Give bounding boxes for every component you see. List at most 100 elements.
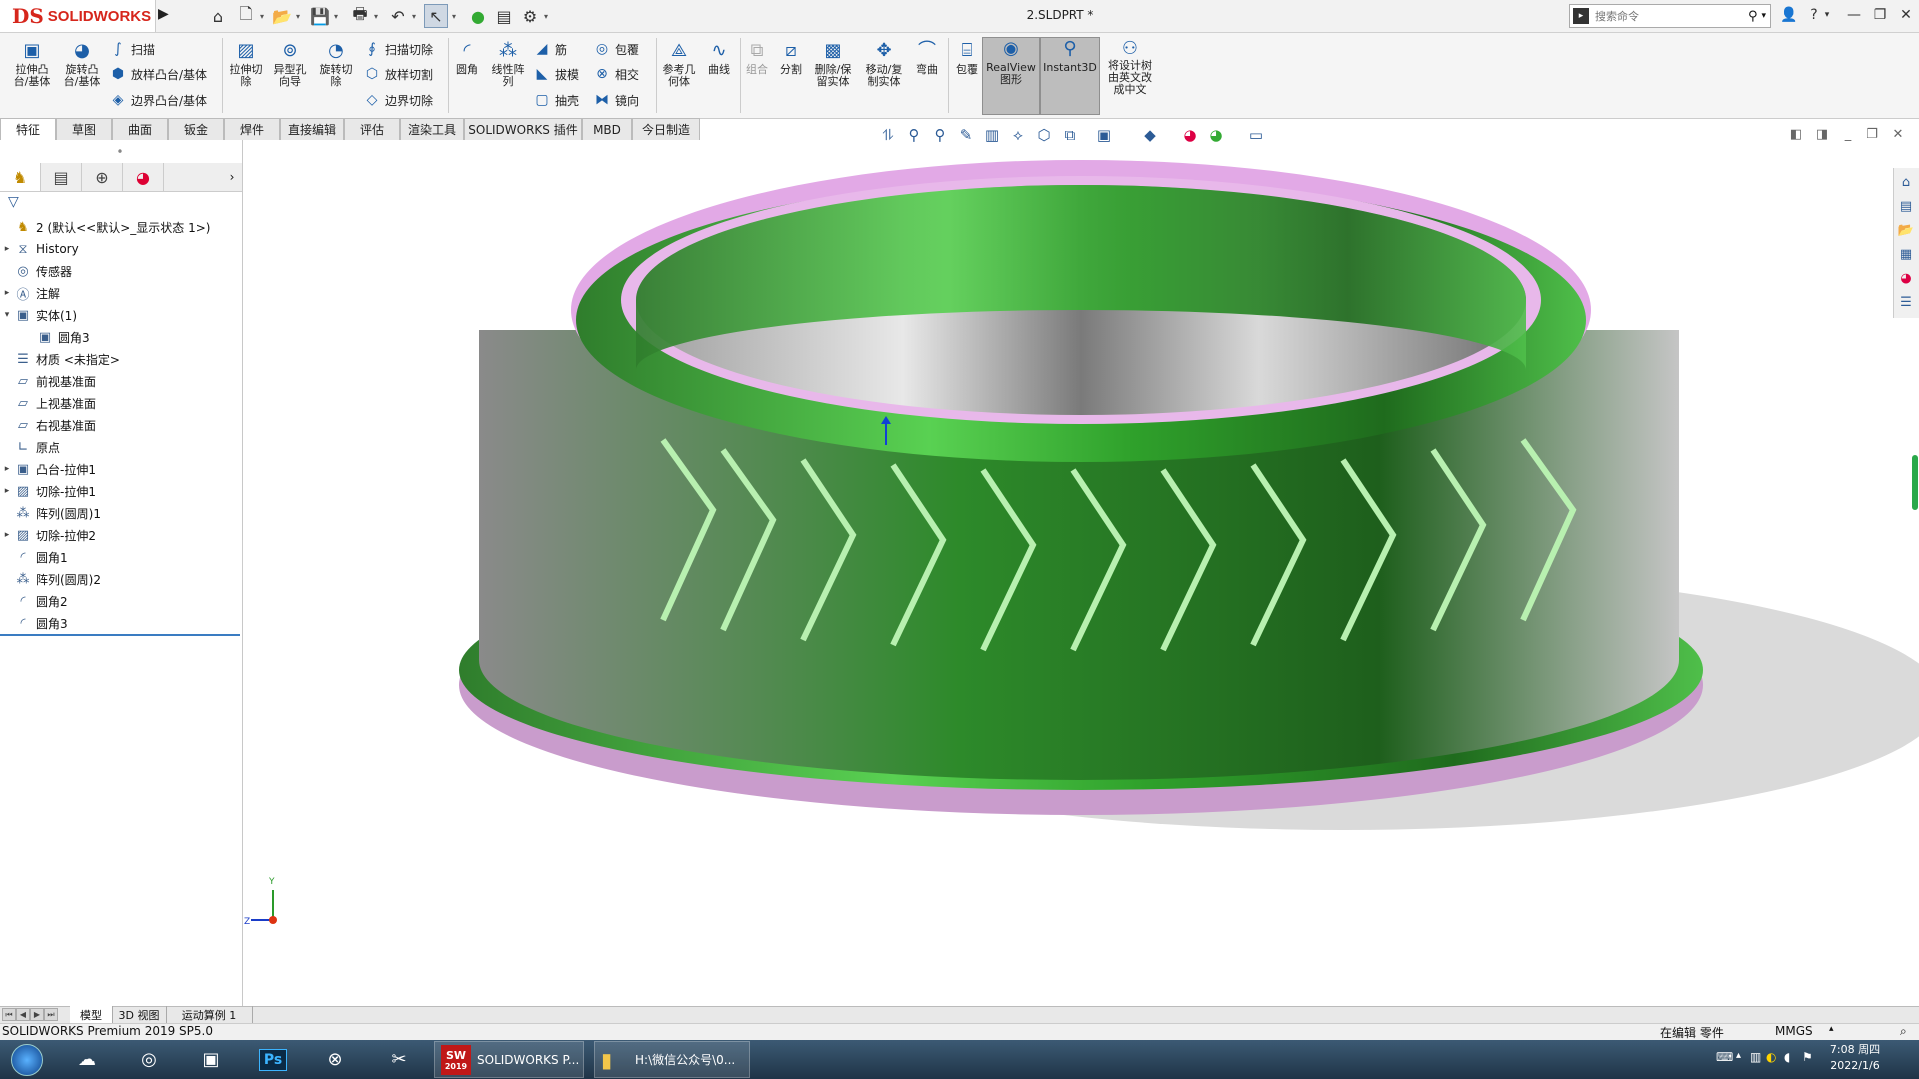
filter-icon[interactable]: ▽: [8, 194, 26, 212]
tray-expand-icon[interactable]: ▴: [1736, 1050, 1741, 1061]
tree-item[interactable]: ▸ ⧖ History: [0, 238, 240, 260]
tab-sketch[interactable]: 草图: [56, 118, 112, 140]
view-palette-icon[interactable]: ▦: [1896, 244, 1916, 264]
help-dropdown-icon[interactable]: ▾: [1820, 4, 1834, 26]
tree-item[interactable]: ♞ 2 (默认<<默认>_显示状态 1>): [0, 216, 240, 238]
display-pane-icon[interactable]: ▭: [1246, 125, 1266, 145]
network-icon[interactable]: ▥: [1750, 1050, 1761, 1064]
loft-cut-button[interactable]: ⬡ 放样切割: [362, 63, 433, 85]
minimize-icon[interactable]: —: [1840, 4, 1868, 26]
viewport-close-icon[interactable]: ✕: [1888, 124, 1908, 144]
task-pane-scroll-indicator[interactable]: [1912, 455, 1918, 510]
first-tab-icon[interactable]: ⏮: [2, 1008, 16, 1021]
move-copy-body-button[interactable]: ✥ 移动/复 制实体: [860, 40, 908, 96]
tab-direct-editing[interactable]: 直接编辑: [280, 118, 344, 140]
view-orientation-icon[interactable]: ⟡: [1008, 125, 1028, 145]
property-manager-tab-icon[interactable]: ▤: [41, 163, 82, 191]
custom-properties-icon[interactable]: ☰: [1896, 292, 1916, 312]
new-document-icon[interactable]: 🗋: [234, 4, 258, 28]
print-dropdown-icon[interactable]: ▾: [372, 4, 380, 28]
taskbar-solidworks-window[interactable]: SW 2019 SOLIDWORKS P...: [434, 1041, 584, 1078]
tree-item[interactable]: ◜ 圆角3: [0, 612, 240, 634]
realview-button[interactable]: ◉ RealView 图形: [982, 37, 1040, 115]
sweep-cut-button[interactable]: ∮ 扫描切除: [362, 38, 433, 60]
search-commands-box[interactable]: ▸ ⚲ ▾: [1569, 4, 1771, 28]
keyboard-icon[interactable]: ⌨: [1716, 1050, 1733, 1064]
search-icon[interactable]: ⚲: [1748, 9, 1758, 24]
tab-weldments[interactable]: 焊件: [224, 118, 280, 140]
close-icon[interactable]: ✕: [1892, 4, 1919, 26]
tab-3d-view[interactable]: 3D 视图: [112, 1006, 167, 1023]
revolve-cut-button[interactable]: ◔ 旋转切 除: [314, 40, 358, 96]
tree-item[interactable]: ▸ Ⓐ 注解: [0, 282, 240, 304]
draft-button[interactable]: ◣ 拔模: [532, 63, 579, 85]
flex-button[interactable]: ⌒ 弯曲: [910, 40, 944, 96]
wrap-feature-button[interactable]: ⌸ 包覆: [950, 40, 984, 96]
tray-app-icon[interactable]: ◐: [1766, 1050, 1776, 1064]
tab-sheet-metal[interactable]: 钣金: [168, 118, 224, 140]
rib-button[interactable]: ◢ 筋: [532, 38, 567, 60]
loft-boss-button[interactable]: ⬢ 放样凸台/基体: [108, 63, 207, 85]
zoom-to-fit-icon[interactable]: ⥮: [878, 125, 898, 145]
action-center-icon[interactable]: ⚑: [1802, 1050, 1813, 1064]
unit-dropdown-icon[interactable]: ▴: [1829, 1024, 1834, 1034]
tree-item[interactable]: ▸ ▨ 切除-拉伸2: [0, 524, 240, 546]
taskbar-clock[interactable]: 7:08 周四 2022/1/6: [1820, 1042, 1890, 1078]
display-style-icon[interactable]: ⬡: [1034, 125, 1054, 145]
tab-motion-study[interactable]: 运动算例 1: [166, 1006, 253, 1023]
tree-item[interactable]: ⁂ 阵列(圆周)2: [0, 568, 240, 590]
configuration-manager-tab-icon[interactable]: ⊕: [82, 163, 123, 191]
shell-button[interactable]: ▢ 抽壳: [532, 89, 579, 111]
save-icon[interactable]: 💾: [308, 4, 332, 28]
solidworks-logo[interactable]: DS SOLIDWORKS: [0, 0, 156, 32]
combine-button[interactable]: ⧉ 组合: [742, 40, 772, 96]
viewport-forward-icon[interactable]: ◨: [1812, 124, 1832, 144]
tree-item[interactable]: ☰ 材质 <未指定>: [0, 348, 240, 370]
solidworks-resources-icon[interactable]: ⌂: [1896, 172, 1916, 192]
undo-dropdown-icon[interactable]: ▾: [410, 4, 418, 28]
previous-view-icon[interactable]: ⚲: [930, 125, 950, 145]
volume-icon[interactable]: ◖: [1784, 1050, 1790, 1064]
tree-item[interactable]: ▱ 右视基准面: [0, 414, 240, 436]
tree-item[interactable]: ∟ 原点: [0, 436, 240, 458]
menu-expand-icon[interactable]: ▶: [158, 6, 172, 26]
wrap-button[interactable]: ◎ 包覆: [592, 38, 639, 60]
tree-item[interactable]: ◜ 圆角2: [0, 590, 240, 612]
tab-manufacturing[interactable]: 今日制造: [632, 118, 700, 140]
view-settings-icon[interactable]: ◕: [1180, 125, 1200, 145]
home-icon[interactable]: ⌂: [206, 4, 230, 28]
appearances-icon[interactable]: ◕: [1896, 268, 1916, 288]
mirror-button[interactable]: ⧓ 镜向: [592, 89, 639, 111]
save-dropdown-icon[interactable]: ▾: [332, 4, 340, 28]
design-library-icon[interactable]: ▤: [1896, 196, 1916, 216]
revolve-boss-button[interactable]: ◕ 旋转凸 台/基体: [58, 40, 106, 96]
tab-solidworks-addins[interactable]: SOLIDWORKS 插件: [464, 118, 582, 140]
ok-app-icon[interactable]: ⊗: [308, 1041, 362, 1078]
sweep-button[interactable]: ∫ 扫描: [108, 38, 155, 60]
tab-surfaces[interactable]: 曲面: [112, 118, 168, 140]
unit-system-selector[interactable]: MMGS: [1775, 1024, 1813, 1038]
section-view-icon[interactable]: ✎: [956, 125, 976, 145]
tree-item[interactable]: ◜ 圆角1: [0, 546, 240, 568]
print-icon[interactable]: 🖶: [348, 4, 372, 28]
feature-manager-tab-icon[interactable]: ♞: [0, 163, 41, 191]
extrude-boss-button[interactable]: ▣ 拉伸凸 台/基体: [8, 40, 56, 96]
tab-evaluate[interactable]: 评估: [344, 118, 400, 140]
restore-icon[interactable]: ❐: [1866, 4, 1894, 26]
curves-button[interactable]: ∿ 曲线: [702, 40, 736, 96]
taskbar-folder-window[interactable]: ▮ H:\微信公众号\0...: [594, 1041, 750, 1078]
new-dropdown-icon[interactable]: ▾: [258, 4, 266, 28]
boundary-boss-button[interactable]: ◈ 边界凸台/基体: [108, 89, 207, 111]
intersect-button[interactable]: ⊗ 相交: [592, 63, 639, 85]
zoom-area-icon[interactable]: ⚲: [904, 125, 924, 145]
options-dropdown-icon[interactable]: ▾: [542, 4, 550, 28]
file-explorer-icon[interactable]: 📂: [1896, 220, 1916, 240]
photoshop-icon[interactable]: Ps: [246, 1041, 300, 1078]
rollback-bar[interactable]: [0, 634, 240, 636]
instant3d-button[interactable]: ⚲ Instant3D: [1040, 37, 1100, 115]
fillet-button[interactable]: ◜ 圆角: [450, 40, 484, 96]
file-properties-icon[interactable]: ▤: [492, 4, 516, 28]
select-dropdown-icon[interactable]: ▾: [450, 4, 458, 28]
tree-item[interactable]: ▸ ▣ 凸台-拉伸1: [0, 458, 240, 480]
next-tab-icon[interactable]: ▶: [30, 1008, 44, 1021]
